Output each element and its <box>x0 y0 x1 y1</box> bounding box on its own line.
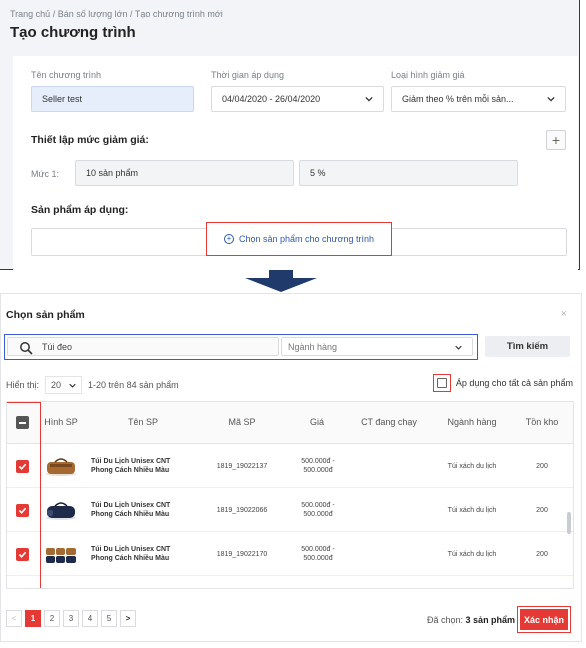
products-table: Hình SP Tên SP Mã SP Giá CT đang chạy Ng… <box>6 401 574 589</box>
product-code: 1819_19022170 <box>216 551 268 558</box>
plus-circle-icon: + <box>223 234 234 244</box>
select-products-modal: Chọn sản phẩm × Túi đeo Ngành hàng Tìm k… <box>0 293 582 642</box>
col-category: Ngành hàng <box>447 417 497 427</box>
time-range-select[interactable]: 04/04/2020 - 26/04/2020 <box>211 86 384 112</box>
selected-prefix: Đã chọn: <box>427 615 464 625</box>
col-code: Mã SP <box>228 417 256 427</box>
chevron-down-icon <box>69 383 76 388</box>
product-category: Túi xách du lịch <box>447 507 497 514</box>
table-row[interactable]: Túi Du Lịch Unisex CNT Phong Cách Nhiều … <box>7 444 573 488</box>
create-program-panel: Trang chủ / Bán số lượng lớn / Tạo chươn… <box>0 0 580 270</box>
level-percent-input[interactable]: 5 % <box>299 160 518 186</box>
product-thumbnail <box>46 458 76 476</box>
add-level-button[interactable]: + <box>546 130 566 150</box>
level-percent-value: 5 % <box>310 168 326 178</box>
col-image: Hình SP <box>44 417 78 427</box>
product-code: 1819_19022137 <box>216 463 268 470</box>
chevron-down-icon <box>455 345 462 350</box>
discount-type-select[interactable]: Giảm theo % trên mỗi sản... <box>391 86 566 112</box>
pick-products-button[interactable]: + Chọn sản phẩm cho chương trình <box>206 222 392 256</box>
discount-type-value: Giảm theo % trên mỗi sản... <box>402 94 514 104</box>
product-price: 500.000đ - 500.000đ <box>301 502 335 518</box>
search-value: Túi đeo <box>42 341 73 352</box>
apply-all-row[interactable]: Áp dụng cho tất cả sản phẩm <box>432 374 573 392</box>
product-name: Túi Du Lịch Unisex CNT Phong Cách Nhiều … <box>91 546 171 562</box>
chevron-down-icon <box>547 96 555 102</box>
product-category: Túi xách du lịch <box>447 463 497 470</box>
page-1-button[interactable]: 1 <box>25 610 41 627</box>
product-stock: 200 <box>536 463 548 470</box>
program-name-value: Seller test <box>42 94 83 104</box>
select-all-checkbox[interactable] <box>16 416 29 429</box>
checkmark-icon <box>18 551 27 558</box>
product-thumbnail <box>46 502 76 520</box>
pick-products-label: Chọn sản phẩm cho chương trình <box>238 234 374 244</box>
page-2-button[interactable]: 2 <box>44 610 60 627</box>
show-label: Hiển thị: <box>6 380 40 390</box>
discount-type-label: Loại hình giảm giá <box>391 70 465 80</box>
col-name: Tên SP <box>127 417 158 427</box>
table-scrollbar[interactable] <box>567 512 571 534</box>
close-icon[interactable]: × <box>561 308 567 320</box>
page-size-value: 20 <box>51 380 62 390</box>
col-price: Giá <box>309 417 324 427</box>
category-placeholder: Ngành hàng <box>288 341 338 352</box>
page-size-select[interactable]: 20 <box>45 376 83 394</box>
time-range-value: 04/04/2020 - 26/04/2020 <box>222 94 321 104</box>
breadcrumb: Trang chủ / Bán số lượng lớn / Tạo chươn… <box>10 9 223 19</box>
col-stock: Tồn kho <box>525 417 559 427</box>
product-category: Túi xách du lịch <box>447 551 497 558</box>
apply-all-checkbox[interactable] <box>432 374 451 392</box>
product-name: Túi Du Lịch Unisex CNT Phong Cách Nhiều … <box>91 458 171 474</box>
program-name-input[interactable]: Seller test <box>31 86 194 112</box>
row-checkbox[interactable] <box>16 548 29 561</box>
search-button[interactable]: Tìm kiếm <box>485 336 570 357</box>
checkmark-icon <box>18 507 27 514</box>
page-5-button[interactable]: 5 <box>101 610 117 627</box>
program-name-label: Tên chương trình <box>31 70 101 80</box>
product-stock: 200 <box>536 551 548 558</box>
page-3-button[interactable]: 3 <box>63 610 79 627</box>
product-price: 500.000đ - 500.000đ <box>301 458 335 474</box>
products-section-title: Sản phẩm áp dụng: <box>31 204 129 216</box>
table-header: Hình SP Tên SP Mã SP Giá CT đang chạy Ng… <box>7 402 573 444</box>
level-label: Mức 1: <box>31 169 60 179</box>
level-quantity-input[interactable]: 10 sản phẩm <box>75 160 294 186</box>
search-icon <box>20 342 33 355</box>
next-page-button[interactable]: > <box>120 610 136 627</box>
page-4-button[interactable]: 4 <box>82 610 98 627</box>
product-name: Túi Du Lịch Unisex CNT Phong Cách Nhiều … <box>91 502 171 518</box>
arrow-down-icon <box>245 270 317 292</box>
time-label: Thời gian áp dụng <box>211 70 284 80</box>
product-code: 1819_19022066 <box>216 507 268 514</box>
row-checkbox[interactable] <box>16 504 29 517</box>
product-stock: 200 <box>536 507 548 514</box>
apply-all-label: Áp dụng cho tất cả sản phẩm <box>455 378 573 388</box>
product-thumbnail <box>46 548 76 563</box>
col-running: CT đang chạy <box>361 417 417 427</box>
page-title: Tạo chương trình <box>10 24 136 41</box>
chevron-down-icon <box>365 96 373 102</box>
discount-section-title: Thiết lập mức giảm giá: <box>31 134 149 146</box>
confirm-button-highlight: Xác nhận <box>517 606 571 633</box>
selected-count-info: Đã chọn: 3 sản phẩm <box>427 615 515 625</box>
table-row[interactable]: Túi Du Lịch Unisex CNT Phong Cách Nhiều … <box>7 488 573 532</box>
page-size-row: Hiển thị: 20 1-20 trên 84 sản phẩm <box>6 376 179 394</box>
prev-page-button[interactable]: < <box>6 610 22 627</box>
checkmark-icon <box>18 463 27 470</box>
row-checkbox[interactable] <box>16 460 29 473</box>
modal-title: Chọn sản phẩm <box>6 309 85 321</box>
confirm-button[interactable]: Xác nhận <box>520 609 568 630</box>
selected-count: 3 sản phẩm <box>465 615 516 625</box>
search-filter-group: Túi đeo Ngành hàng <box>4 334 478 360</box>
level-quantity-value: 10 sản phẩm <box>86 168 139 178</box>
range-text: 1-20 trên 84 sản phẩm <box>88 380 179 390</box>
program-form: Tên chương trình Seller test Thời gian á… <box>13 56 578 270</box>
pagination: < 1 2 3 4 5 > <box>6 610 136 627</box>
category-select[interactable]: Ngành hàng <box>281 337 473 356</box>
product-price: 500.000đ - 500.000đ <box>301 546 335 562</box>
table-row[interactable]: Túi Du Lịch Unisex CNT Phong Cách Nhiều … <box>7 532 573 576</box>
search-input[interactable]: Túi đeo <box>7 337 279 356</box>
